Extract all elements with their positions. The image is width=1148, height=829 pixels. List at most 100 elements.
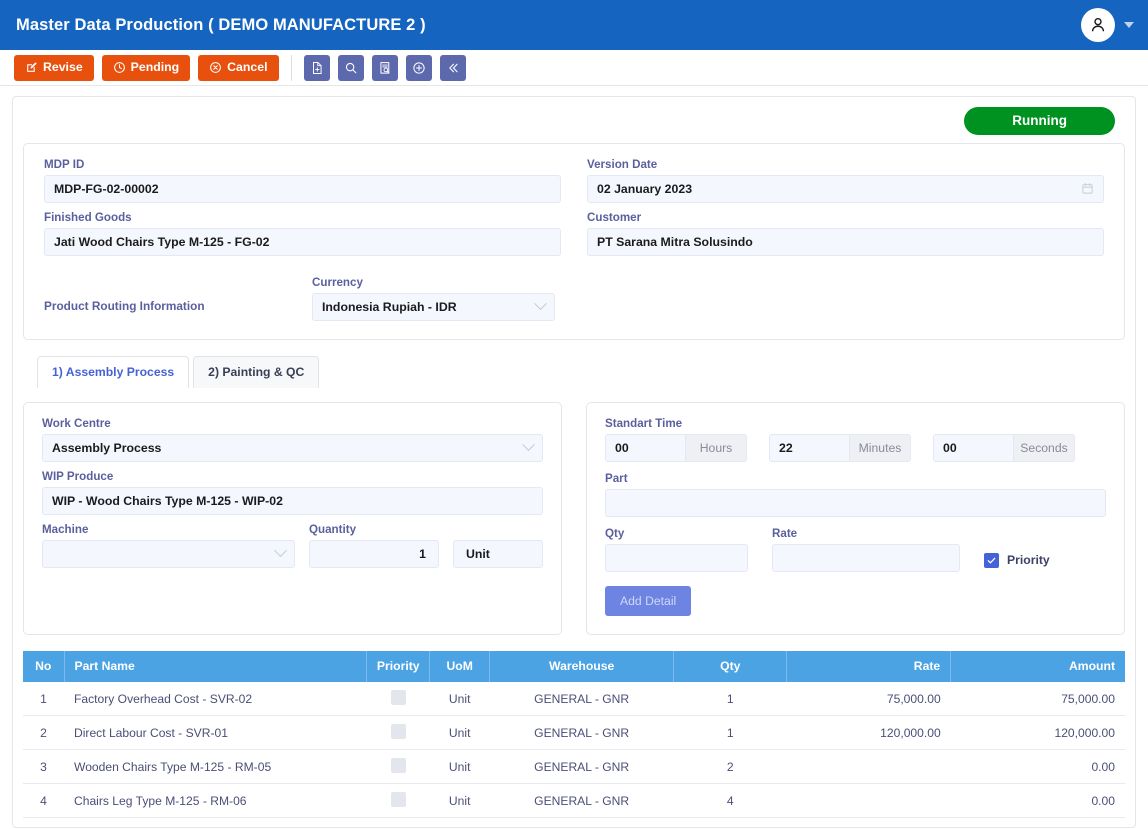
- revise-label: Revise: [43, 60, 83, 75]
- table-row[interactable]: 3 Wooden Chairs Type M-125 - RM-05 Unit …: [23, 749, 1125, 785]
- cell-priority: [366, 681, 430, 717]
- machine-label: Machine: [42, 522, 89, 536]
- minutes-input[interactable]: 22: [769, 433, 849, 462]
- finished-goods-label: Finished Goods: [44, 210, 132, 224]
- qty-input[interactable]: [605, 543, 748, 572]
- tab-painting-qc[interactable]: 2) Painting & QC: [193, 355, 320, 388]
- part-field: Part: [605, 472, 1106, 517]
- table-row[interactable]: 1 Factory Overhead Cost - SVR-02 Unit GE…: [23, 681, 1125, 717]
- rate-input[interactable]: [772, 543, 960, 572]
- cell-warehouse: GENERAL - GNR: [489, 749, 674, 785]
- chevron-down-icon: [534, 297, 547, 311]
- cell-no: 2: [23, 715, 64, 751]
- user-menu[interactable]: [1081, 8, 1134, 42]
- work-centre-value: Assembly Process: [52, 440, 162, 455]
- priority-checkbox[interactable]: [984, 552, 999, 568]
- pending-button[interactable]: Pending: [101, 54, 191, 81]
- page-body: Running MDP ID MDP-FG-02-00002 Version D…: [0, 86, 1148, 828]
- cell-qty: 1: [673, 681, 787, 717]
- hours-group: 00 Hours: [605, 433, 747, 462]
- quantity-input[interactable]: 1: [309, 539, 439, 568]
- revise-button[interactable]: Revise: [14, 54, 94, 81]
- finished-goods-input[interactable]: Jati Wood Chairs Type M-125 - FG-02: [44, 227, 561, 256]
- cell-uom: Unit: [429, 783, 490, 819]
- cancel-button[interactable]: Cancel: [198, 54, 279, 81]
- clock-icon: [113, 62, 125, 73]
- document-search-icon: [379, 61, 389, 74]
- part-input[interactable]: [605, 488, 1106, 517]
- avatar[interactable]: [1081, 8, 1115, 42]
- wip-produce-input[interactable]: WIP - Wood Chairs Type M-125 - WIP-02: [42, 486, 543, 515]
- cell-uom: Unit: [429, 681, 490, 717]
- work-centre-select[interactable]: Assembly Process: [42, 433, 543, 462]
- toolbar-divider: [290, 54, 292, 81]
- th-no[interactable]: No: [23, 650, 65, 682]
- routing-form: Work Centre Assembly Process WIP Produce…: [23, 401, 1125, 635]
- unit-field: . Unit: [453, 523, 543, 568]
- add-button[interactable]: [405, 54, 432, 81]
- cell-part-name: Chairs Leg Type M-125 - RM-06: [64, 783, 367, 819]
- cell-no: 3: [23, 749, 64, 785]
- add-detail-button[interactable]: Add Detail: [605, 585, 692, 616]
- collapse-button[interactable]: [439, 54, 466, 81]
- th-part-name[interactable]: Part Name: [64, 650, 367, 682]
- th-amount[interactable]: Amount: [950, 650, 1125, 682]
- th-qty[interactable]: Qty: [673, 650, 788, 682]
- currency-select[interactable]: Indonesia Rupiah - IDR: [312, 292, 555, 321]
- check-icon: [987, 557, 996, 564]
- cell-rate: 75,000.00: [786, 681, 951, 717]
- unit-input[interactable]: Unit: [453, 539, 543, 568]
- part-label: Part: [605, 471, 628, 485]
- table-row[interactable]: 4 Chairs Leg Type M-125 - RM-06 Unit GEN…: [23, 783, 1125, 819]
- caret-down-icon[interactable]: [1124, 22, 1134, 28]
- seconds-input[interactable]: 00: [933, 433, 1013, 462]
- document-search-button[interactable]: [371, 54, 398, 81]
- cell-qty: 2: [673, 749, 787, 785]
- version-date-label: Version Date: [587, 157, 658, 171]
- hours-input[interactable]: 00: [605, 433, 685, 462]
- table-row[interactable]: 2 Direct Labour Cost - SVR-01 Unit GENER…: [23, 715, 1125, 751]
- table-header-row: No Part Name Priority UoM Warehouse Qty …: [23, 650, 1125, 682]
- toolbar: Revise Pending Cancel: [0, 50, 1148, 86]
- process-tabs: 1) Assembly Process 2) Painting & QC: [23, 355, 1135, 388]
- currency-value: Indonesia Rupiah - IDR: [322, 299, 457, 314]
- machine-select[interactable]: [42, 539, 295, 568]
- hours-addon: Hours: [685, 433, 747, 462]
- detail-table-wrapper: No Part Name Priority UoM Warehouse Qty …: [23, 650, 1125, 819]
- calendar-icon[interactable]: [1081, 182, 1094, 195]
- routing-row: Product Routing Information Currency Ind…: [44, 276, 1104, 321]
- cell-amount: 75,000.00: [950, 681, 1125, 717]
- tab-assembly-process[interactable]: 1) Assembly Process: [37, 355, 190, 388]
- th-warehouse[interactable]: Warehouse: [489, 650, 675, 682]
- quantity-label: Quantity: [309, 522, 357, 536]
- work-centre-label: Work Centre: [42, 416, 111, 430]
- seconds-addon: Seconds: [1013, 433, 1075, 462]
- cell-qty: 1: [673, 715, 787, 751]
- version-date-input[interactable]: 02 January 2023: [587, 174, 1104, 203]
- page-title: Master Data Production ( DEMO MANUFACTUR…: [16, 15, 426, 34]
- detail-table: No Part Name Priority UoM Warehouse Qty …: [23, 650, 1125, 819]
- priority-checkbox-group[interactable]: Priority: [984, 552, 1106, 572]
- quantity-field: Quantity 1: [309, 523, 439, 568]
- cell-part-name: Wooden Chairs Type M-125 - RM-05: [64, 749, 367, 785]
- currency-field: Currency Indonesia Rupiah - IDR: [312, 276, 555, 321]
- mdp-id-field: MDP ID MDP-FG-02-00002: [44, 158, 561, 203]
- cell-amount: 120,000.00: [950, 715, 1125, 751]
- new-document-icon: [312, 61, 322, 74]
- work-centre-panel: Work Centre Assembly Process WIP Produce…: [23, 401, 562, 635]
- th-rate[interactable]: Rate: [786, 650, 952, 682]
- th-uom[interactable]: UoM: [429, 650, 490, 682]
- qty-label: Qty: [605, 526, 625, 540]
- content-card: Running MDP ID MDP-FG-02-00002 Version D…: [12, 96, 1136, 828]
- cell-priority: [366, 783, 430, 819]
- mdp-id-input[interactable]: MDP-FG-02-00002: [44, 174, 561, 203]
- new-document-button[interactable]: [303, 54, 330, 81]
- currency-label: Currency: [312, 275, 363, 289]
- edit-square-icon: [27, 62, 37, 72]
- th-priority[interactable]: Priority: [366, 650, 431, 682]
- customer-input[interactable]: PT Sarana Mitra Solusindo: [587, 227, 1104, 256]
- search-icon: [345, 62, 356, 73]
- tabs-underline: [23, 386, 1135, 388]
- search-button[interactable]: [337, 54, 364, 81]
- cell-warehouse: GENERAL - GNR: [489, 783, 674, 819]
